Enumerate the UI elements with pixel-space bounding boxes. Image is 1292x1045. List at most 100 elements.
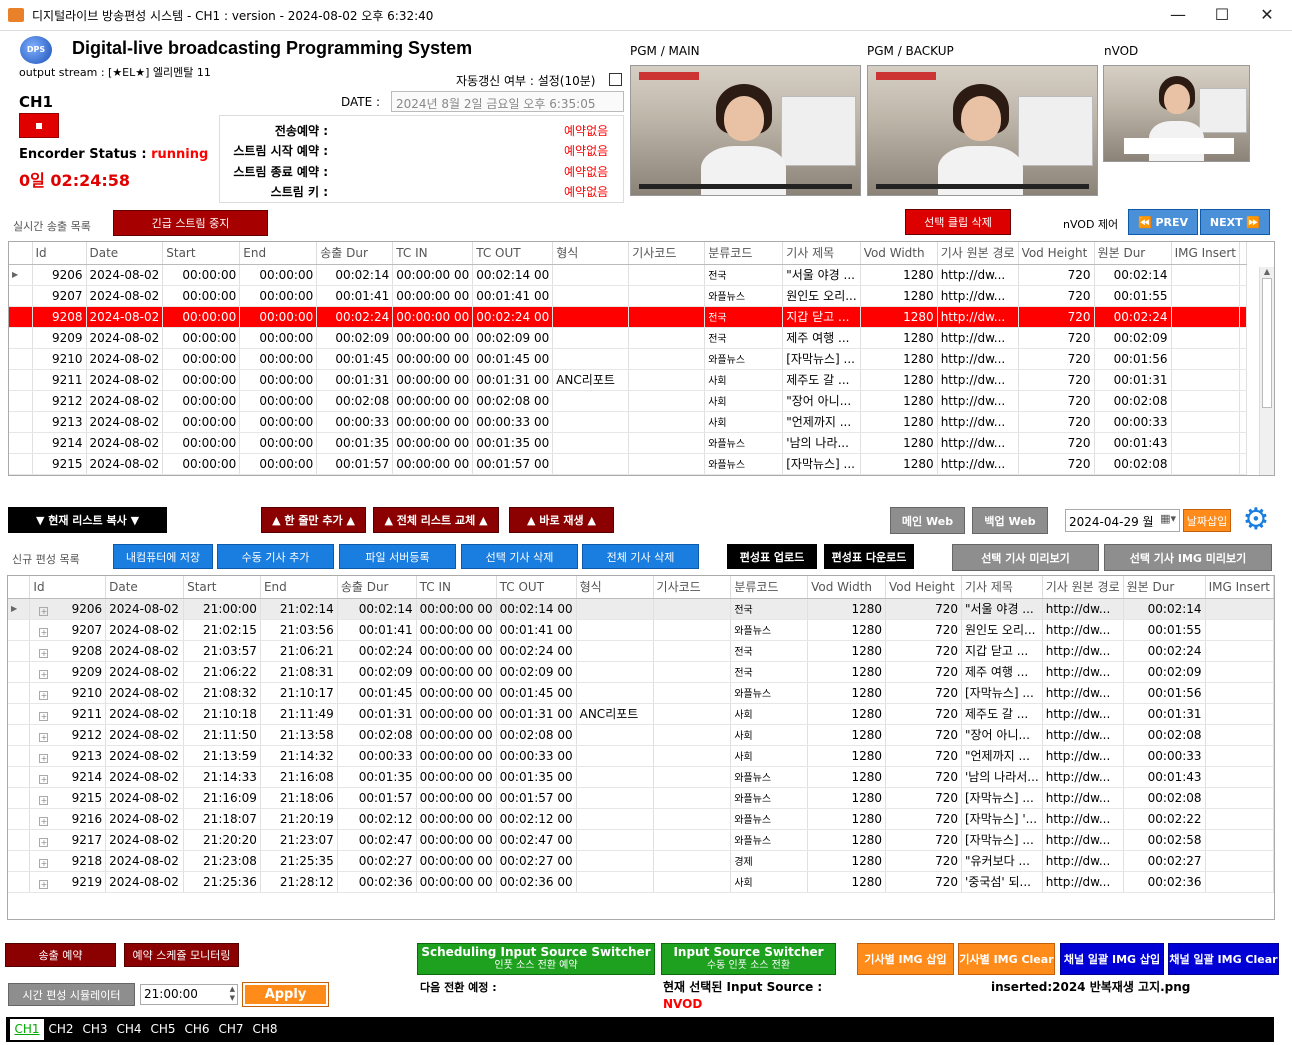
table-cell[interactable] [628, 348, 706, 370]
table-cell[interactable]: 1280 [807, 640, 887, 662]
expand-icon[interactable]: + [39, 606, 49, 616]
table-cell[interactable]: 00:02:14 [1123, 598, 1206, 620]
table-cell[interactable]: 21:03:56 [260, 619, 338, 641]
column-header[interactable]: 기사 원본 경로 [937, 242, 1019, 265]
table-cell[interactable] [653, 829, 732, 851]
table-cell[interactable]: 00:01:45 [316, 348, 394, 370]
table-cell[interactable]: 720 [885, 787, 962, 809]
table-row[interactable]: ▶ 9206 2024-08-02 00:00:00 00:00:00 00:02:14 0… [9, 264, 1247, 286]
table-cell[interactable]: 2024-08-02 [86, 390, 164, 412]
table-cell[interactable]: 21:23:07 [260, 829, 338, 851]
table-cell[interactable] [576, 766, 654, 788]
table-cell[interactable]: 1280 [860, 327, 938, 349]
table-cell[interactable]: 720 [885, 703, 962, 725]
table-cell[interactable]: 2024-08-02 [105, 703, 185, 725]
table-cell[interactable]: 00:02:36 00 [496, 871, 577, 893]
table-cell[interactable]: 00:02:24 [316, 306, 394, 328]
table-cell[interactable]: 00:02:09 00 [472, 327, 554, 349]
table-cell[interactable] [552, 390, 630, 412]
id-cell[interactable]: +9207 [29, 619, 107, 641]
tab-ch8[interactable]: CH8 [248, 1019, 282, 1040]
table-cell[interactable]: 제주도 갈 ... [961, 703, 1043, 725]
table-cell[interactable]: 00:02:08 [1094, 390, 1172, 412]
table-cell[interactable]: ANC리포트 [576, 703, 654, 725]
column-header[interactable]: IMG Insert [1171, 242, 1241, 265]
table-cell[interactable]: 21:02:15 [183, 619, 261, 641]
table-cell[interactable]: "언제까지 ... [782, 411, 861, 433]
table-cell[interactable]: 00:02:24 00 [496, 640, 577, 662]
date-picker[interactable]: 2024년 8월 2일 금요일 오후 6:35:05 [391, 91, 624, 112]
table-cell[interactable]: 9214 [32, 432, 87, 454]
id-cell[interactable]: +9217 [29, 829, 107, 851]
table-cell[interactable]: 720 [1018, 306, 1095, 328]
table-cell[interactable]: 00:01:55 [1094, 285, 1172, 307]
table-cell[interactable]: 와플뉴스 [730, 766, 809, 788]
table-row[interactable]: 9213 2024-08-02 00:00:00 00:00:00 00:00:33 00… [9, 411, 1247, 433]
table-cell[interactable]: 9212 [32, 390, 87, 412]
column-header[interactable]: 기사 제목 [961, 576, 1043, 599]
table-cell[interactable]: 2024-08-02 [86, 453, 164, 475]
table-cell[interactable]: 00:00:00 00 [416, 766, 497, 788]
time-input[interactable]: 21:00:00 ▲ ▼ [140, 984, 238, 1005]
table-cell[interactable]: 00:00:00 00 [392, 348, 474, 370]
table-cell[interactable]: 원인도 오리... [782, 285, 861, 307]
table-cell[interactable]: 00:02:22 [1123, 808, 1206, 830]
table-row[interactable]: +9218 2024-08-02 21:23:08 21:25:35 00:02:27 0… [8, 850, 1274, 872]
table-cell[interactable]: 2024-08-02 [105, 661, 185, 683]
table-cell[interactable]: 사회 [730, 724, 809, 746]
table-cell[interactable]: http://dw... [1042, 661, 1124, 683]
table-cell[interactable]: 00:02:24 [337, 640, 417, 662]
table-cell[interactable] [576, 682, 654, 704]
table-cell[interactable]: 00:01:31 [316, 369, 394, 391]
table-cell[interactable]: 사회 [730, 871, 809, 893]
table-cell[interactable] [576, 829, 654, 851]
table-row[interactable]: +9217 2024-08-02 21:20:20 21:23:07 00:02:47 0… [8, 829, 1274, 851]
table-cell[interactable]: 21:03:57 [183, 640, 261, 662]
replace-all-button[interactable]: ▲ 전체 리스트 교체 ▲ [373, 507, 499, 533]
tab-ch3[interactable]: CH3 [78, 1019, 112, 1040]
table-cell[interactable]: 9208 [32, 306, 87, 328]
column-header[interactable]: 기사코드 [653, 576, 732, 599]
table-cell[interactable]: 1280 [807, 808, 887, 830]
table-cell[interactable]: 00:01:31 [1123, 703, 1206, 725]
auto-refresh-checkbox[interactable] [609, 73, 622, 86]
tab-ch2[interactable]: CH2 [44, 1019, 78, 1040]
table-cell[interactable]: [자막뉴스] ... [961, 682, 1043, 704]
img-insert-per-button[interactable]: 기사별 IMG 삽입 [857, 943, 954, 975]
table-cell[interactable] [1205, 661, 1274, 683]
id-cell[interactable]: +9208 [29, 640, 107, 662]
table-cell[interactable]: 00:01:41 00 [496, 619, 577, 641]
column-header[interactable]: 송출 Dur [316, 242, 394, 265]
table-cell[interactable]: 720 [1018, 453, 1095, 475]
copy-list-button[interactable]: ▼ 현재 리스트 복사 ▼ [8, 507, 167, 533]
table-cell[interactable]: 00:02:08 [1123, 787, 1206, 809]
table-cell[interactable]: 00:00:00 00 [416, 661, 497, 683]
table-cell[interactable]: 2024-08-02 [105, 619, 185, 641]
table-cell[interactable] [1171, 348, 1241, 370]
table-cell[interactable]: 2024-08-02 [105, 829, 185, 851]
table-cell[interactable]: 2024-08-02 [105, 787, 185, 809]
table-cell[interactable] [628, 411, 706, 433]
table-row[interactable]: +9214 2024-08-02 21:14:33 21:16:08 00:01:35 0… [8, 766, 1274, 788]
column-header[interactable]: End [239, 242, 318, 265]
table-cell[interactable]: 00:01:56 [1094, 348, 1172, 370]
table-cell[interactable]: 21:06:21 [260, 640, 338, 662]
table-cell[interactable]: 00:00:00 [162, 348, 241, 370]
table-cell[interactable]: "유커보다 ... [961, 850, 1043, 872]
column-header[interactable]: TC OUT [472, 242, 554, 265]
next-button[interactable]: NEXT ⏩ [1200, 209, 1270, 235]
table-cell[interactable] [653, 619, 732, 641]
table-cell[interactable]: 720 [1018, 348, 1095, 370]
table-cell[interactable]: "장어 아니... [782, 390, 861, 412]
expand-icon[interactable]: + [39, 732, 49, 742]
table-cell[interactable]: 00:02:36 [337, 871, 417, 893]
table-cell[interactable]: http://dw... [937, 432, 1019, 454]
table-cell[interactable] [653, 724, 732, 746]
table-cell[interactable]: 21:08:31 [260, 661, 338, 683]
table-cell[interactable]: 2024-08-02 [105, 745, 185, 767]
table-cell[interactable]: 와플뉴스 [704, 453, 784, 475]
table-cell[interactable]: http://dw... [937, 327, 1019, 349]
table-cell[interactable]: 21:20:20 [183, 829, 261, 851]
table-cell[interactable]: 1280 [807, 661, 887, 683]
column-header[interactable]: 기사 원본 경로 [1042, 576, 1124, 599]
